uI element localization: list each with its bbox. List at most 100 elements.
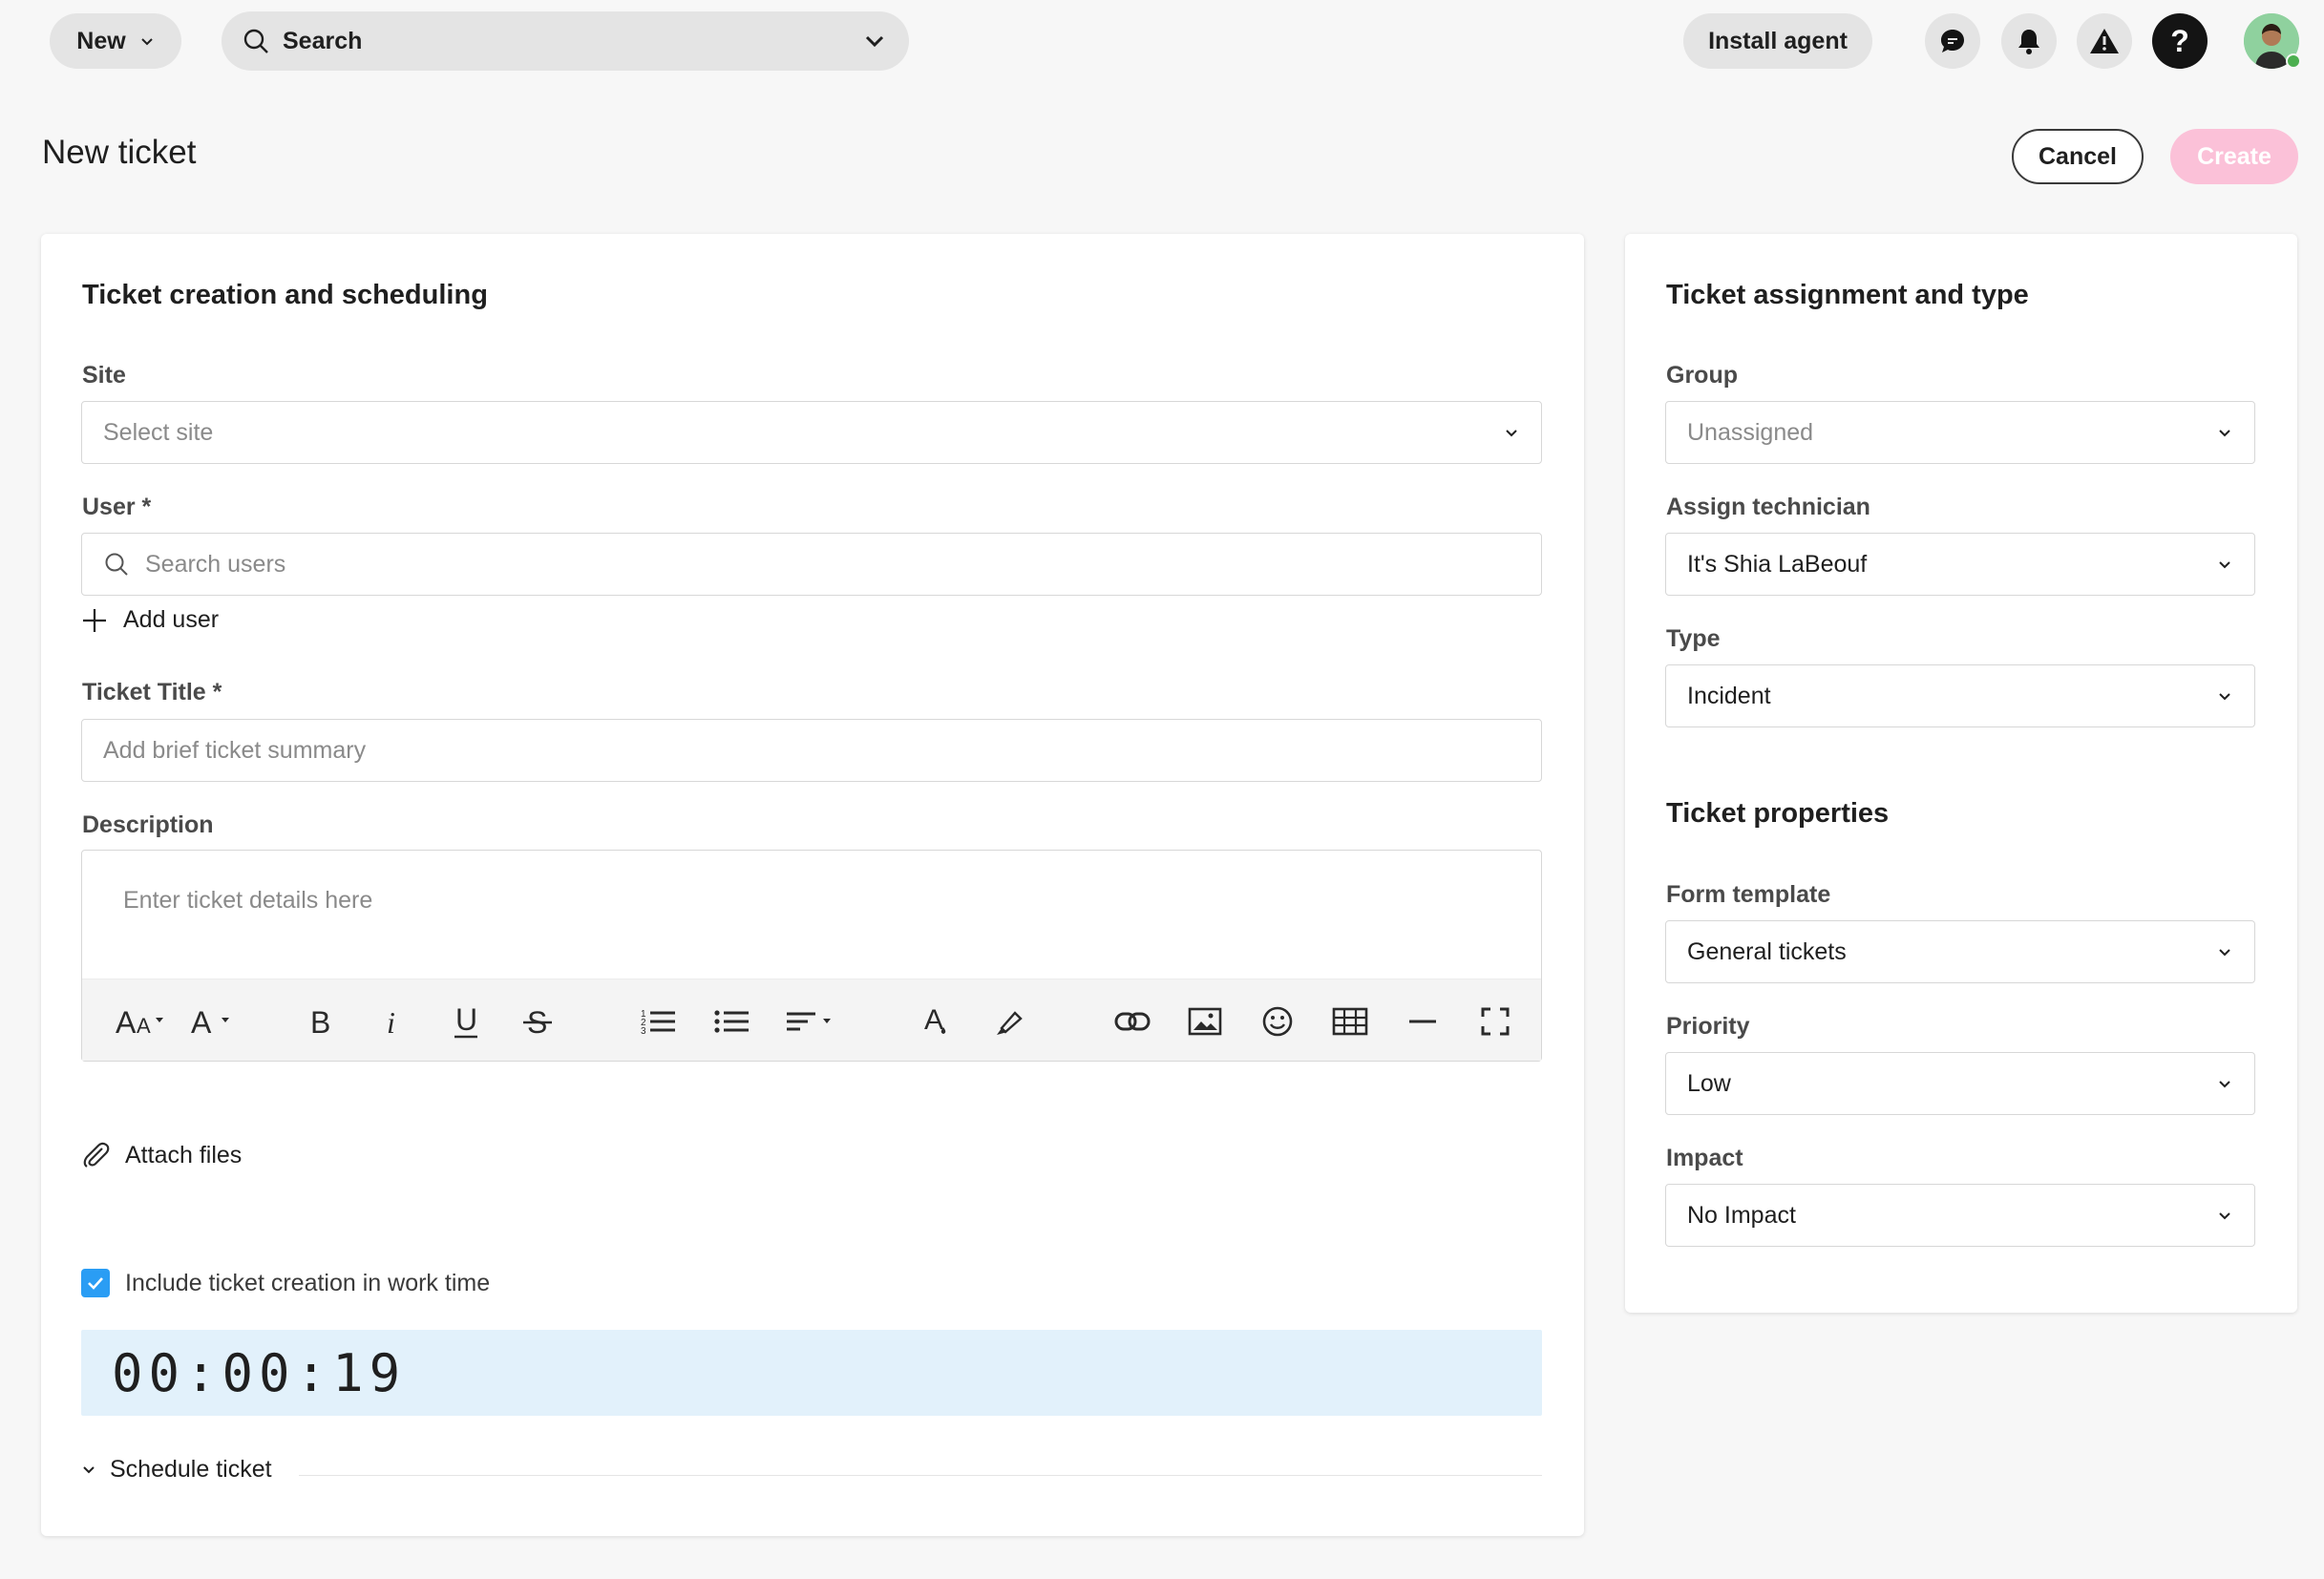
worktime-checkbox[interactable]: [81, 1269, 110, 1297]
site-select[interactable]: Select site: [81, 401, 1542, 464]
worktime-label: Include ticket creation in work time: [125, 1269, 491, 1296]
chat-icon[interactable]: [1925, 13, 1980, 69]
bold-icon[interactable]: B: [300, 1000, 342, 1042]
plus-icon: [83, 608, 106, 632]
group-select[interactable]: Unassigned: [1665, 401, 2255, 464]
chevron-down-icon: [2219, 1081, 2230, 1088]
cancel-button[interactable]: Cancel: [2012, 129, 2144, 184]
worktime-checkbox-row[interactable]: Include ticket creation in work time: [81, 1269, 490, 1297]
cancel-label: Cancel: [2039, 142, 2117, 170]
install-agent-label: Install agent: [1708, 27, 1848, 54]
align-icon[interactable]: [785, 1000, 838, 1042]
create-button[interactable]: Create: [2170, 129, 2298, 184]
type-value: Incident: [1687, 682, 1771, 709]
priority-label: Priority: [1666, 1013, 1750, 1040]
attach-files-button[interactable]: Attach files: [81, 1141, 242, 1169]
ticket-title-input[interactable]: Add brief ticket summary: [81, 719, 1542, 782]
form-template-label: Form template: [1666, 881, 1831, 908]
paperclip-icon: [83, 1142, 110, 1168]
help-symbol: ?: [2170, 23, 2189, 58]
technician-value: It's Shia LaBeouf: [1687, 550, 1868, 578]
font-family-icon[interactable]: A: [189, 1000, 239, 1042]
svg-text:A: A: [924, 1004, 943, 1036]
form-template-value: General tickets: [1687, 937, 1847, 965]
priority-value: Low: [1687, 1069, 1731, 1097]
editor-toolbar: AA A B i U S 123 A: [82, 979, 1541, 1061]
schedule-ticket-label: Schedule ticket: [110, 1456, 272, 1483]
work-timer: 00:00:19: [81, 1330, 1542, 1416]
ticket-title-placeholder: Add brief ticket summary: [103, 736, 367, 764]
new-button[interactable]: New: [50, 13, 181, 69]
divider: [299, 1475, 1542, 1476]
horizontal-rule-icon[interactable]: [1402, 1000, 1444, 1042]
description-editor[interactable]: Enter ticket details here AA A B i U S 1…: [81, 850, 1542, 1062]
new-button-label: New: [76, 27, 126, 54]
priority-select[interactable]: Low: [1665, 1052, 2255, 1115]
user-label: User *: [82, 494, 152, 520]
check-icon: [88, 1277, 103, 1290]
chevron-down-icon: [140, 38, 153, 46]
text-color-icon[interactable]: A: [917, 1000, 959, 1042]
impact-label: Impact: [1666, 1145, 1743, 1171]
online-status-dot: [2286, 53, 2301, 69]
site-placeholder: Select site: [103, 418, 214, 446]
chevron-down-icon: [2219, 693, 2230, 701]
create-label: Create: [2197, 142, 2271, 170]
impact-value: No Impact: [1687, 1201, 1796, 1229]
link-icon[interactable]: [1111, 1000, 1153, 1042]
font-size-icon[interactable]: AA: [113, 1000, 172, 1042]
chevron-down-icon[interactable]: [863, 30, 886, 53]
add-user-label: Add user: [123, 606, 220, 633]
search-label: Search: [283, 27, 363, 54]
fullscreen-icon[interactable]: [1474, 1000, 1516, 1042]
ticket-title-label: Ticket Title *: [82, 679, 222, 705]
properties-heading: Ticket properties: [1666, 798, 1890, 829]
svg-text:A: A: [116, 1005, 137, 1039]
numbered-list-icon[interactable]: 123: [637, 1000, 679, 1042]
group-placeholder: Unassigned: [1687, 418, 1814, 446]
svg-text:B: B: [310, 1005, 330, 1038]
user-search-placeholder: Search users: [145, 550, 286, 578]
alert-triangle-icon[interactable]: [2077, 13, 2132, 69]
technician-select[interactable]: It's Shia LaBeouf: [1665, 533, 2255, 596]
attach-files-label: Attach files: [125, 1141, 243, 1168]
section-heading: Ticket creation and scheduling: [82, 280, 488, 310]
table-icon[interactable]: [1329, 1000, 1371, 1042]
user-search-input[interactable]: Search users: [81, 533, 1542, 596]
bell-icon[interactable]: [2001, 13, 2057, 69]
form-template-select[interactable]: General tickets: [1665, 920, 2255, 983]
page-title: New ticket: [42, 134, 197, 171]
italic-icon[interactable]: i: [371, 1000, 413, 1042]
add-user-button[interactable]: Add user: [81, 606, 219, 634]
strikethrough-icon[interactable]: S: [517, 1000, 559, 1042]
help-icon[interactable]: ?: [2152, 13, 2208, 69]
ticket-assignment-card: Ticket assignment and type Group Unassig…: [1625, 234, 2297, 1313]
type-select[interactable]: Incident: [1665, 664, 2255, 727]
highlight-icon[interactable]: [989, 1000, 1031, 1042]
avatar[interactable]: [2244, 13, 2301, 69]
technician-label: Assign technician: [1666, 494, 1870, 520]
image-icon[interactable]: [1184, 1000, 1226, 1042]
site-label: Site: [82, 362, 126, 389]
svg-text:A: A: [137, 1014, 151, 1038]
type-label: Type: [1666, 625, 1721, 652]
search-icon: [105, 553, 128, 576]
chevron-down-icon: [1506, 430, 1517, 437]
chevron-down-icon: [2219, 561, 2230, 569]
description-placeholder: Enter ticket details here: [123, 887, 373, 914]
underline-icon[interactable]: U: [445, 1000, 487, 1042]
impact-select[interactable]: No Impact: [1665, 1184, 2255, 1247]
ticket-creation-card: Ticket creation and scheduling Site Sele…: [41, 234, 1584, 1536]
timer-value: 00:00:19: [112, 1342, 407, 1403]
search-icon: [243, 29, 268, 53]
bullet-list-icon[interactable]: [710, 1000, 752, 1042]
svg-text:U: U: [455, 1003, 477, 1037]
install-agent-button[interactable]: Install agent: [1683, 13, 1872, 69]
svg-text:3: 3: [641, 1026, 646, 1036]
schedule-ticket-toggle[interactable]: Schedule ticket: [81, 1456, 272, 1484]
chevron-down-icon: [2219, 949, 2230, 957]
section-heading: Ticket assignment and type: [1666, 280, 2029, 310]
chevron-down-icon: [2219, 1212, 2230, 1220]
global-search[interactable]: Search: [222, 11, 909, 71]
emoji-icon[interactable]: [1257, 1000, 1299, 1042]
